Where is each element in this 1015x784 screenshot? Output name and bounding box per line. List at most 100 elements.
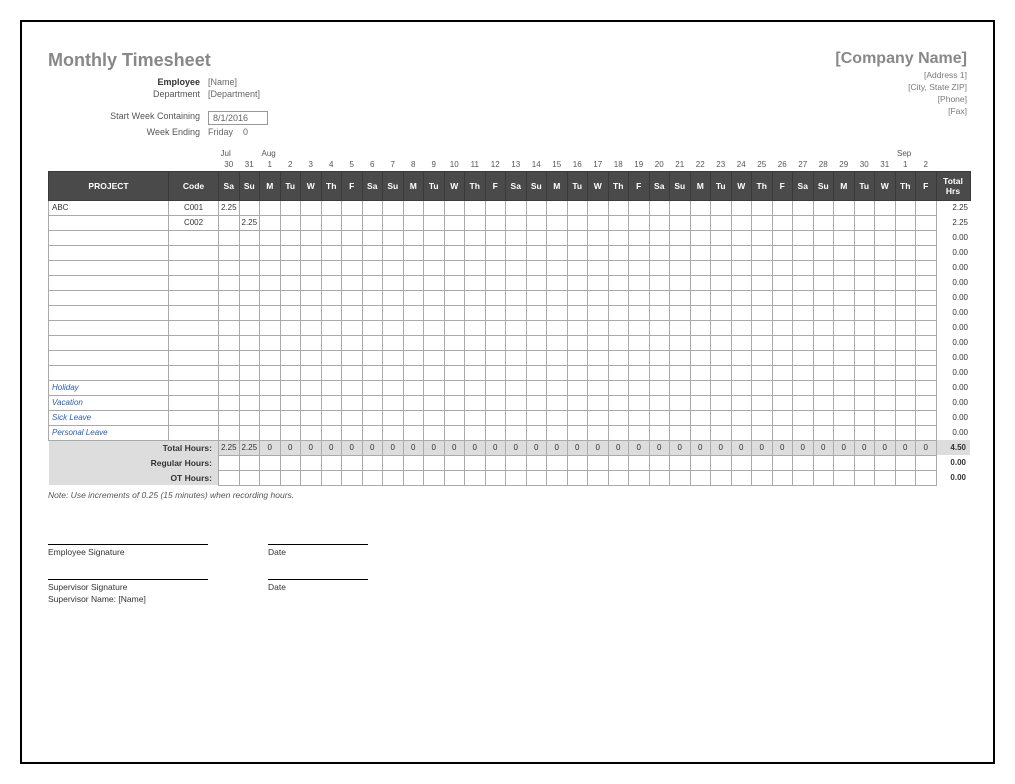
code-cell[interactable] bbox=[169, 380, 219, 395]
hours-cell[interactable] bbox=[342, 380, 363, 395]
hours-cell[interactable] bbox=[752, 305, 773, 320]
hours-cell[interactable] bbox=[752, 395, 773, 410]
sum-cell[interactable] bbox=[567, 470, 588, 485]
hours-cell[interactable] bbox=[280, 305, 301, 320]
hours-cell[interactable] bbox=[342, 425, 363, 440]
hours-cell[interactable] bbox=[711, 335, 732, 350]
hours-cell[interactable] bbox=[588, 215, 609, 230]
hours-cell[interactable] bbox=[219, 245, 240, 260]
hours-cell[interactable] bbox=[465, 290, 486, 305]
hours-cell[interactable] bbox=[321, 275, 342, 290]
hours-cell[interactable] bbox=[731, 320, 752, 335]
hours-cell[interactable] bbox=[588, 410, 609, 425]
hours-cell[interactable] bbox=[526, 335, 547, 350]
hours-cell[interactable] bbox=[424, 320, 445, 335]
hours-cell[interactable] bbox=[424, 245, 445, 260]
hours-cell[interactable] bbox=[383, 245, 404, 260]
department-value[interactable]: [Department] bbox=[208, 89, 260, 99]
hours-cell[interactable] bbox=[813, 200, 834, 215]
hours-cell[interactable] bbox=[649, 410, 670, 425]
hours-cell[interactable] bbox=[526, 245, 547, 260]
sum-cell[interactable] bbox=[383, 455, 404, 470]
hours-cell[interactable] bbox=[752, 245, 773, 260]
hours-cell[interactable] bbox=[690, 215, 711, 230]
hours-cell[interactable] bbox=[649, 260, 670, 275]
sum-cell[interactable] bbox=[649, 470, 670, 485]
hours-cell[interactable] bbox=[424, 335, 445, 350]
hours-cell[interactable] bbox=[752, 350, 773, 365]
hours-cell[interactable] bbox=[608, 365, 629, 380]
hours-cell[interactable] bbox=[465, 305, 486, 320]
hours-cell[interactable] bbox=[321, 305, 342, 320]
hours-cell[interactable] bbox=[485, 365, 506, 380]
sum-cell[interactable] bbox=[321, 455, 342, 470]
project-cell[interactable]: Sick Leave bbox=[49, 410, 169, 425]
hours-cell[interactable] bbox=[260, 380, 281, 395]
hours-cell[interactable] bbox=[772, 320, 793, 335]
hours-cell[interactable] bbox=[588, 425, 609, 440]
hours-cell[interactable] bbox=[280, 260, 301, 275]
hours-cell[interactable] bbox=[465, 230, 486, 245]
sum-cell[interactable] bbox=[506, 470, 527, 485]
hours-cell[interactable] bbox=[403, 380, 424, 395]
hours-cell[interactable] bbox=[793, 380, 814, 395]
hours-cell[interactable] bbox=[793, 200, 814, 215]
hours-cell[interactable] bbox=[711, 260, 732, 275]
hours-cell[interactable] bbox=[608, 305, 629, 320]
hours-cell[interactable] bbox=[301, 350, 322, 365]
hours-cell[interactable] bbox=[321, 320, 342, 335]
hours-cell[interactable] bbox=[403, 245, 424, 260]
hours-cell[interactable] bbox=[690, 335, 711, 350]
hours-cell[interactable] bbox=[772, 335, 793, 350]
hours-cell[interactable] bbox=[793, 290, 814, 305]
hours-cell[interactable] bbox=[444, 260, 465, 275]
hours-cell[interactable] bbox=[383, 335, 404, 350]
hours-cell[interactable] bbox=[690, 245, 711, 260]
hours-cell[interactable] bbox=[260, 410, 281, 425]
hours-cell[interactable] bbox=[280, 335, 301, 350]
hours-cell[interactable] bbox=[772, 410, 793, 425]
sum-cell[interactable] bbox=[608, 470, 629, 485]
hours-cell[interactable] bbox=[793, 275, 814, 290]
hours-cell[interactable] bbox=[690, 260, 711, 275]
project-cell[interactable]: ABC bbox=[49, 200, 169, 215]
code-cell[interactable] bbox=[169, 395, 219, 410]
hours-cell[interactable] bbox=[854, 335, 875, 350]
hours-cell[interactable] bbox=[219, 350, 240, 365]
hours-cell[interactable] bbox=[465, 425, 486, 440]
hours-cell[interactable] bbox=[403, 365, 424, 380]
hours-cell[interactable] bbox=[383, 215, 404, 230]
hours-cell[interactable] bbox=[506, 395, 527, 410]
hours-cell[interactable] bbox=[608, 245, 629, 260]
hours-cell[interactable] bbox=[383, 350, 404, 365]
hours-cell[interactable] bbox=[526, 425, 547, 440]
hours-cell[interactable] bbox=[485, 335, 506, 350]
hours-cell[interactable] bbox=[301, 410, 322, 425]
sum-cell[interactable] bbox=[547, 470, 568, 485]
hours-cell[interactable] bbox=[834, 395, 855, 410]
hours-cell[interactable] bbox=[485, 260, 506, 275]
hours-cell[interactable] bbox=[280, 365, 301, 380]
hours-cell[interactable] bbox=[793, 230, 814, 245]
hours-cell[interactable] bbox=[547, 215, 568, 230]
hours-cell[interactable] bbox=[813, 320, 834, 335]
hours-cell[interactable] bbox=[567, 260, 588, 275]
hours-cell[interactable] bbox=[813, 230, 834, 245]
code-cell[interactable] bbox=[169, 260, 219, 275]
hours-cell[interactable] bbox=[506, 275, 527, 290]
hours-cell[interactable] bbox=[506, 305, 527, 320]
hours-cell[interactable] bbox=[444, 365, 465, 380]
code-cell[interactable] bbox=[169, 245, 219, 260]
hours-cell[interactable] bbox=[280, 380, 301, 395]
hours-cell[interactable] bbox=[362, 365, 383, 380]
hours-cell[interactable] bbox=[526, 200, 547, 215]
hours-cell[interactable] bbox=[793, 320, 814, 335]
hours-cell[interactable] bbox=[219, 425, 240, 440]
hours-cell[interactable] bbox=[239, 305, 260, 320]
hours-cell[interactable] bbox=[342, 395, 363, 410]
hours-cell[interactable] bbox=[731, 335, 752, 350]
hours-cell[interactable] bbox=[342, 275, 363, 290]
hours-cell[interactable] bbox=[649, 230, 670, 245]
hours-cell[interactable] bbox=[547, 365, 568, 380]
hours-cell[interactable] bbox=[219, 335, 240, 350]
